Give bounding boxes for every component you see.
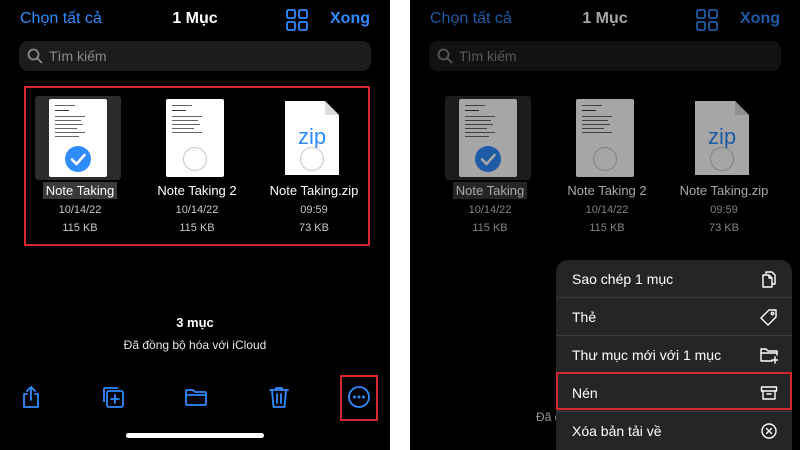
done-button[interactable]: Xong <box>330 10 370 28</box>
menu-item-copy[interactable]: Sao chép 1 mục <box>556 260 792 298</box>
menu-item-label: Xóa bản tải về <box>572 423 662 439</box>
grid-view-icon[interactable] <box>286 9 308 31</box>
trash-icon[interactable] <box>267 385 291 409</box>
menu-item-label: Thư mục mới với 1 mục <box>572 347 722 363</box>
menu-item-label: Sao chép 1 mục <box>572 271 674 287</box>
top-bar: Chọn tất cả 1 Mục Xong <box>0 0 390 40</box>
highlight-more-box <box>340 375 378 421</box>
home-indicator <box>126 433 264 438</box>
share-icon[interactable] <box>19 385 43 409</box>
new-folder-icon <box>760 346 779 364</box>
files-panel-menu: Chọn tất cả 1 Mục Xong Tìm kiếm Note Tak… <box>410 0 800 450</box>
highlight-files-box <box>24 86 370 246</box>
menu-item-new-folder[interactable]: Thư mục mới với 1 mục <box>556 336 792 374</box>
duplicate-icon[interactable] <box>101 385 125 409</box>
remove-download-icon <box>760 422 778 440</box>
sync-status: Đã đồng bộ hóa với iCloud <box>123 338 267 352</box>
files-panel-selection: Chọn tất cả 1 Mục Xong Tìm kiếm Note Tak… <box>0 0 390 450</box>
search-field[interactable]: Tìm kiếm <box>19 41 371 71</box>
search-icon <box>27 48 43 64</box>
menu-item-remove-download[interactable]: Xóa bản tải về <box>556 412 792 450</box>
menu-item-tag[interactable]: Thẻ <box>556 298 792 336</box>
item-count: 3 mục <box>176 315 214 330</box>
search-placeholder: Tìm kiếm <box>49 48 107 64</box>
context-menu: Sao chép 1 mục Thẻ Thư mục mới với 1 mục… <box>556 260 792 450</box>
copy-icon <box>760 270 778 288</box>
folder-icon[interactable] <box>184 385 208 409</box>
tag-icon <box>760 308 778 326</box>
menu-item-label: Thẻ <box>572 309 597 325</box>
highlight-compress-box <box>556 372 792 410</box>
